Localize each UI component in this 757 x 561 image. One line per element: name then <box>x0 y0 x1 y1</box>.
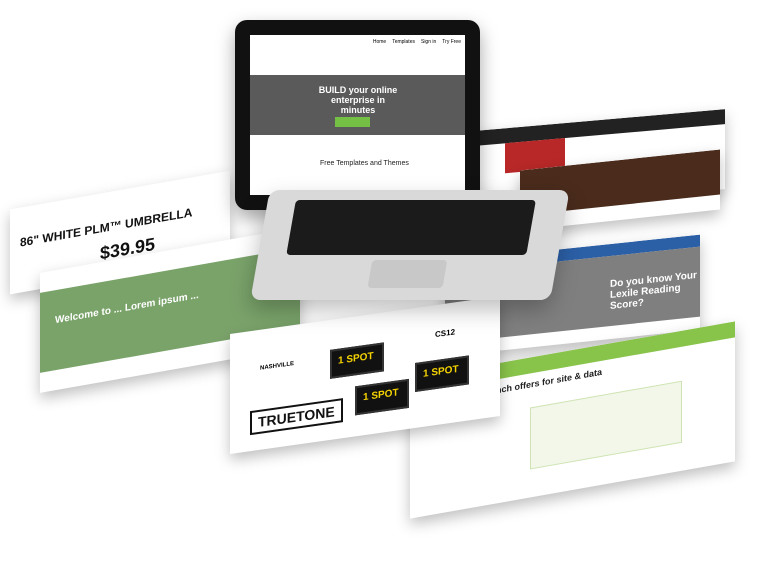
laptop-cta-button[interactable] <box>335 117 370 127</box>
nav-item[interactable]: Home <box>373 39 386 45</box>
pedal-label: 1 SPOT <box>363 387 399 404</box>
nav-item[interactable]: Try Free <box>442 39 461 45</box>
truetone-logo: TRUETONE <box>250 398 343 436</box>
laptop-keyboard <box>286 200 536 255</box>
bid-offer-grid <box>530 380 682 470</box>
laptop-lid: Home Templates Sign in Try Free BUILD yo… <box>235 20 480 210</box>
laptop-trackpad[interactable] <box>367 260 448 288</box>
laptop-screen[interactable]: Home Templates Sign in Try Free BUILD yo… <box>250 35 465 195</box>
pedal-image: 1 SPOT <box>330 342 384 379</box>
laptop-nav: Home Templates Sign in Try Free <box>250 35 465 49</box>
right-top-navbar <box>475 109 725 146</box>
laptop-hero-title: BUILD your online enterprise in minutes <box>318 85 398 115</box>
nashville-label: NASHVILLE <box>260 360 295 372</box>
laptop-base <box>250 190 570 300</box>
laptop-hero: BUILD your online enterprise in minutes <box>250 75 465 135</box>
laptop-footer-text: Free Templates and Themes <box>320 160 409 167</box>
pedal-label: 1 SPOT <box>423 363 459 380</box>
nav-item[interactable]: Templates <box>392 39 415 45</box>
pedal-label: 1 SPOT <box>338 350 374 367</box>
mockup-stage: 86" WHITE PLM™ UMBRELLA $39.95 Welcome t… <box>0 0 757 561</box>
cs12-label: CS12 <box>435 327 456 340</box>
pedal-image: 1 SPOT <box>355 378 409 416</box>
pedal-image: 1 SPOT <box>415 355 469 392</box>
nav-item[interactable]: Sign in <box>421 39 436 45</box>
